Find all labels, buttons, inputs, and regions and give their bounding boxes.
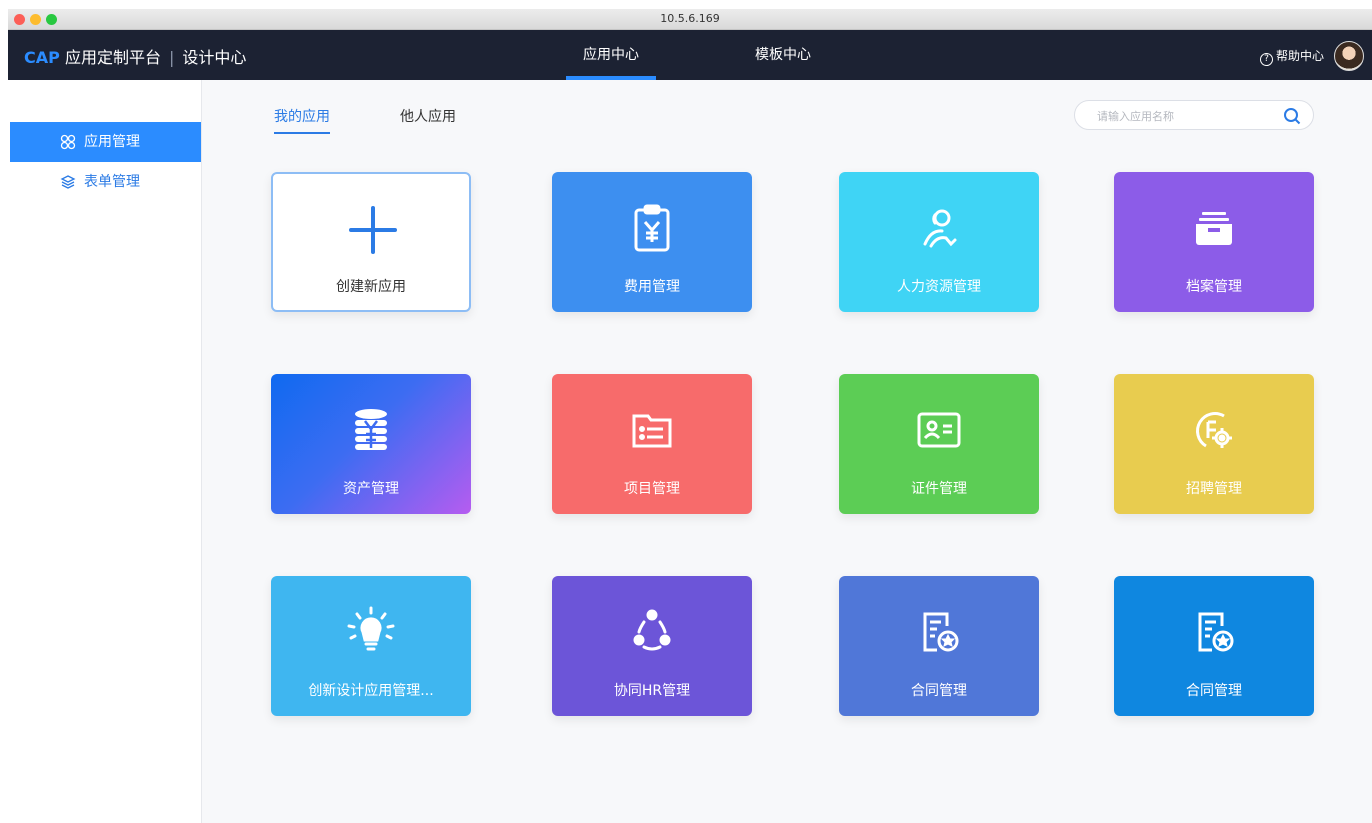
app-card-contract-2[interactable]: 合同管理 (1114, 576, 1314, 716)
tab-others-apps[interactable]: 他人应用 (400, 106, 456, 132)
brand: CAP 应用定制平台 | 设计中心 (24, 44, 246, 68)
sidebar-item-label: 应用管理 (84, 134, 140, 150)
app-card-project[interactable]: 项目管理 (552, 374, 752, 514)
card-label: 合同管理 (1186, 683, 1242, 699)
card-label: 创建新应用 (336, 279, 406, 295)
card-label: 合同管理 (911, 683, 967, 699)
sidebar-item-form-management[interactable]: 表单管理 (10, 162, 201, 202)
contract-icon (1198, 612, 1234, 652)
create-app-card[interactable]: 创建新应用 (271, 172, 471, 312)
window-title-bar: 10.5.6.169 (8, 9, 1372, 30)
help-center-link[interactable]: ? 帮助中心 (1259, 47, 1324, 66)
tab-template-center[interactable]: 模板中心 (738, 30, 828, 80)
people-icon (923, 209, 957, 248)
card-label: 人力资源管理 (897, 279, 981, 295)
sidebar-item-app-management[interactable]: 应用管理 (10, 122, 201, 162)
brand-section: 设计中心 (182, 48, 247, 67)
card-label: 费用管理 (624, 279, 680, 295)
app-card-archive[interactable]: 档案管理 (1114, 172, 1314, 312)
tab-app-center[interactable]: 应用中心 (566, 30, 656, 80)
folder-list-icon (632, 414, 672, 448)
card-label: 资产管理 (343, 481, 399, 497)
collaboration-icon (633, 609, 671, 651)
address-text: 10.5.6.169 (660, 12, 720, 25)
layers-icon (60, 175, 76, 189)
coin-stack-icon (355, 409, 387, 450)
sidebar-item-label: 表单管理 (84, 174, 140, 190)
search-box (1074, 100, 1314, 130)
app-card-assets[interactable]: 资产管理 (271, 374, 471, 514)
card-label: 项目管理 (624, 481, 680, 497)
plus-icon (349, 206, 397, 254)
top-navigation-bar: CAP 应用定制平台 | 设计中心 应用中心 模板中心 ? 帮助中心 (8, 30, 1372, 80)
archive-box-icon (1196, 212, 1232, 245)
app-card-collab-hr[interactable]: 协同HR管理 (552, 576, 752, 716)
search-input[interactable] (1095, 107, 1269, 125)
app-card-hr[interactable]: 人力资源管理 (839, 172, 1039, 312)
card-label: 创新设计应用管理... (308, 683, 434, 699)
brand-cap: CAP (24, 48, 60, 67)
search-icon[interactable] (1283, 107, 1301, 125)
app-card-contract[interactable]: 合同管理 (839, 576, 1039, 716)
app-card-certificates[interactable]: 证件管理 (839, 374, 1039, 514)
help-icon: ? (1259, 53, 1273, 66)
avatar[interactable] (1334, 41, 1364, 71)
recruit-gear-icon (1196, 412, 1232, 448)
app-card-expense[interactable]: 费用管理 (552, 172, 752, 312)
help-center-label: 帮助中心 (1275, 49, 1324, 63)
card-label: 档案管理 (1186, 279, 1242, 295)
app-card-recruitment[interactable]: 招聘管理 (1114, 374, 1314, 514)
lightbulb-icon (347, 606, 395, 651)
brand-name: 应用定制平台 (64, 48, 161, 67)
app-card-innovation[interactable]: 创新设计应用管理... (271, 576, 471, 716)
brand-separator: | (168, 48, 175, 67)
card-label: 协同HR管理 (613, 683, 691, 699)
tab-my-apps[interactable]: 我的应用 (274, 106, 330, 134)
main-content: 我的应用 他人应用 创建新应用 费用管理 人力资源管理 档 (202, 80, 1372, 823)
card-label: 招聘管理 (1186, 481, 1242, 497)
card-label: 证件管理 (911, 481, 967, 497)
sidebar: 应用管理 表单管理 (8, 80, 202, 823)
id-card-icon (917, 412, 961, 448)
apps-grid-icon (60, 134, 76, 150)
yen-clipboard-icon (634, 204, 670, 252)
contract-icon (923, 612, 959, 652)
